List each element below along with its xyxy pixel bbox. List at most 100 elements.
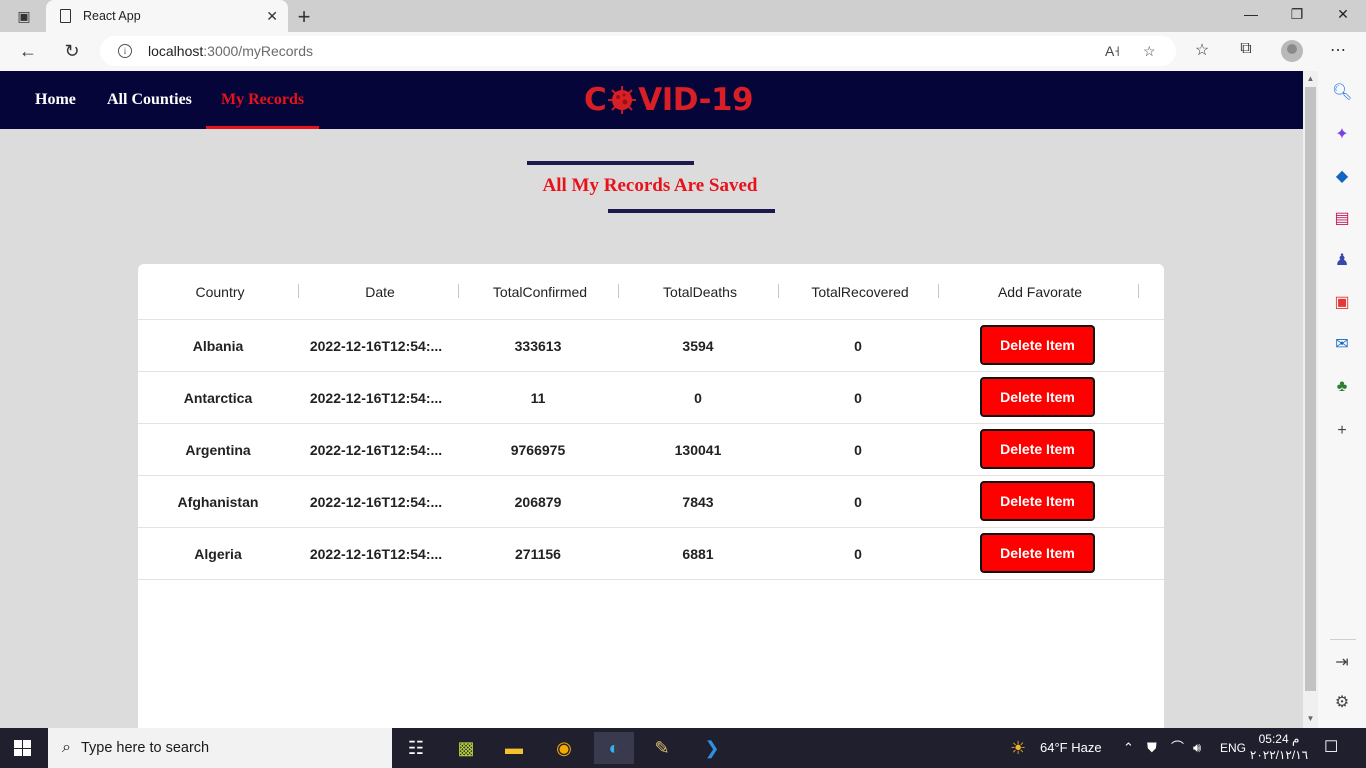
windows-start-icon[interactable] bbox=[14, 740, 32, 757]
weather-text[interactable]: 64°F Haze bbox=[1040, 728, 1102, 768]
file-explorer-icon[interactable]: ▬ bbox=[494, 732, 534, 764]
app-icon[interactable]: ▩ bbox=[446, 732, 486, 764]
search-icon: ⌕ bbox=[62, 739, 71, 756]
delete-item-button[interactable]: Delete Item bbox=[980, 533, 1095, 573]
clock-time: 05:24 م bbox=[1258, 732, 1300, 746]
clock-date: ٢٠٢٢/١٢/١٦ bbox=[1249, 748, 1309, 762]
cell-recovered: 0 bbox=[854, 390, 862, 406]
records-table: Country Date TotalConfirmed TotalDeaths … bbox=[138, 264, 1164, 728]
security-shield-icon[interactable]: ⛊ bbox=[1147, 728, 1157, 768]
nav-my-records[interactable]: My Records bbox=[221, 71, 304, 129]
page-title: All My Records Are Saved bbox=[542, 175, 758, 196]
tools-icon[interactable]: ▤ bbox=[1332, 209, 1352, 229]
cell-date: 2022-12-16T12:54:... bbox=[309, 338, 443, 354]
minimize-icon[interactable]: — bbox=[1241, 6, 1261, 22]
windows-taskbar: ⌕ Type here to search ☷ ▩ ▬ ◉ ◐ ✎ ❯ ☀ 64… bbox=[0, 728, 1366, 768]
delete-item-button[interactable]: Delete Item bbox=[980, 429, 1095, 469]
restore-icon[interactable]: ❐ bbox=[1287, 6, 1307, 23]
cell-country: Algeria bbox=[194, 546, 242, 562]
cell-confirmed: 11 bbox=[530, 390, 546, 406]
office-icon[interactable]: ▣ bbox=[1332, 293, 1352, 313]
language-indicator[interactable]: ENG bbox=[1220, 728, 1246, 768]
system-clock[interactable]: 05:24 م ٢٠٢٢/١٢/١٦ bbox=[1248, 731, 1310, 763]
brave-browser-icon[interactable]: ◉ bbox=[544, 732, 584, 764]
cell-date: 2022-12-16T12:54:... bbox=[309, 442, 443, 458]
cell-date: 2022-12-16T12:54:... bbox=[309, 546, 443, 562]
tray-overflow-icon[interactable]: ⌃ bbox=[1123, 728, 1134, 768]
notifications-icon[interactable]: ☐ bbox=[1324, 728, 1338, 768]
cell-deaths: 7843 bbox=[682, 494, 714, 510]
wifi-icon[interactable]: ⌒ bbox=[1171, 728, 1184, 768]
column-separator[interactable] bbox=[298, 284, 299, 298]
edge-sidebar: 🔍︎ ✦ ◆ ▤ ♟ ▣ ✉ ♣ + ⇥ ⚙ bbox=[1318, 71, 1366, 728]
column-header-totalconfirmed[interactable]: TotalConfirmed bbox=[460, 264, 620, 320]
cell-country: Argentina bbox=[185, 442, 251, 458]
scroll-up-icon[interactable]: ▲ bbox=[1305, 74, 1316, 84]
shopping-tag-icon[interactable]: ◆ bbox=[1332, 167, 1352, 187]
copilot-icon[interactable]: ✦ bbox=[1332, 125, 1352, 145]
add-favorite-icon[interactable]: ☆ bbox=[1143, 43, 1156, 60]
column-header-totaldeaths[interactable]: TotalDeaths bbox=[620, 264, 780, 320]
delete-item-button[interactable]: Delete Item bbox=[980, 481, 1095, 521]
close-window-icon[interactable]: ✕ bbox=[1333, 6, 1353, 23]
paint-icon[interactable]: ✎ bbox=[642, 732, 682, 764]
column-header-country[interactable]: Country bbox=[140, 264, 300, 320]
cell-deaths: 6881 bbox=[682, 546, 714, 562]
column-separator[interactable] bbox=[458, 284, 459, 298]
read-aloud-icon[interactable]: A˧ bbox=[1105, 43, 1120, 59]
hide-sidebar-icon[interactable]: ⇥ bbox=[1332, 653, 1352, 673]
add-sidebar-item-icon[interactable]: + bbox=[1332, 421, 1352, 441]
column-separator[interactable] bbox=[618, 284, 619, 298]
url-field[interactable]: i localhost:3000/myRecords A˧ ☆ bbox=[100, 36, 1176, 66]
title-decoration-bottom bbox=[608, 209, 775, 213]
column-separator[interactable] bbox=[1138, 284, 1139, 298]
page-scrollbar[interactable]: ▲ ▼ bbox=[1303, 71, 1318, 728]
profile-avatar[interactable] bbox=[1281, 40, 1303, 62]
active-tab-indicator bbox=[206, 126, 319, 129]
table-header: Country Date TotalConfirmed TotalDeaths … bbox=[138, 264, 1164, 320]
sidebar-divider bbox=[1330, 639, 1356, 640]
table-row: Argentina 2022-12-16T12:54:... 9766975 1… bbox=[138, 424, 1164, 476]
back-icon[interactable]: ← bbox=[16, 40, 40, 62]
tab-title: React App bbox=[83, 9, 141, 23]
collections-icon[interactable]: ⧉ bbox=[1234, 40, 1258, 58]
more-menu-icon[interactable]: ⋯ bbox=[1326, 40, 1350, 60]
task-view-icon[interactable]: ☷ bbox=[396, 732, 436, 764]
scroll-down-icon[interactable]: ▼ bbox=[1305, 714, 1316, 724]
column-header-date[interactable]: Date bbox=[300, 264, 460, 320]
games-icon[interactable]: ♟ bbox=[1332, 251, 1352, 271]
close-tab-icon[interactable]: ✕ bbox=[266, 8, 278, 25]
edge-browser-icon[interactable]: ◐ bbox=[594, 732, 634, 764]
site-info-icon[interactable]: i bbox=[118, 44, 132, 58]
column-separator[interactable] bbox=[778, 284, 779, 298]
refresh-icon[interactable]: ↻ bbox=[60, 40, 84, 62]
column-header-totalrecovered[interactable]: TotalRecovered bbox=[780, 264, 940, 320]
address-toolbar: ← ↻ i localhost:3000/myRecords A˧ ☆ ☆ ⧉ … bbox=[0, 32, 1366, 71]
browser-tab[interactable]: React App ✕ bbox=[46, 0, 288, 32]
column-separator[interactable] bbox=[938, 284, 939, 298]
tree-icon[interactable]: ♣ bbox=[1332, 377, 1352, 397]
cell-confirmed: 206879 bbox=[514, 494, 562, 510]
outlook-icon[interactable]: ✉ bbox=[1332, 335, 1352, 355]
settings-gear-icon[interactable]: ⚙ bbox=[1332, 693, 1352, 713]
cell-recovered: 0 bbox=[854, 546, 862, 562]
page-viewport: Home All Counties My Records C VID-19 Al… bbox=[0, 71, 1303, 728]
cell-country: Albania bbox=[192, 338, 244, 354]
new-tab-button[interactable]: + bbox=[292, 4, 316, 30]
favorites-icon[interactable]: ☆ bbox=[1190, 40, 1214, 60]
cell-recovered: 0 bbox=[854, 338, 862, 354]
tab-actions-icon[interactable]: ▣ bbox=[8, 6, 40, 26]
table-row: Algeria 2022-12-16T12:54:... 271156 6881… bbox=[138, 528, 1164, 580]
volume-icon[interactable]: 🔊︎ bbox=[1193, 728, 1201, 768]
delete-item-button[interactable]: Delete Item bbox=[980, 325, 1095, 365]
scrollbar-thumb[interactable] bbox=[1305, 87, 1316, 691]
vscode-icon[interactable]: ❯ bbox=[692, 732, 732, 764]
nav-home[interactable]: Home bbox=[35, 71, 76, 129]
delete-item-button[interactable]: Delete Item bbox=[980, 377, 1095, 417]
search-icon[interactable]: 🔍︎ bbox=[1332, 83, 1352, 103]
column-header-add-favorate[interactable]: Add Favorate bbox=[960, 264, 1120, 320]
taskbar-search[interactable]: ⌕ Type here to search bbox=[48, 728, 392, 768]
nav-all-counties[interactable]: All Counties bbox=[107, 71, 192, 129]
weather-icon[interactable]: ☀ bbox=[1010, 728, 1026, 768]
cell-deaths: 0 bbox=[694, 390, 702, 406]
